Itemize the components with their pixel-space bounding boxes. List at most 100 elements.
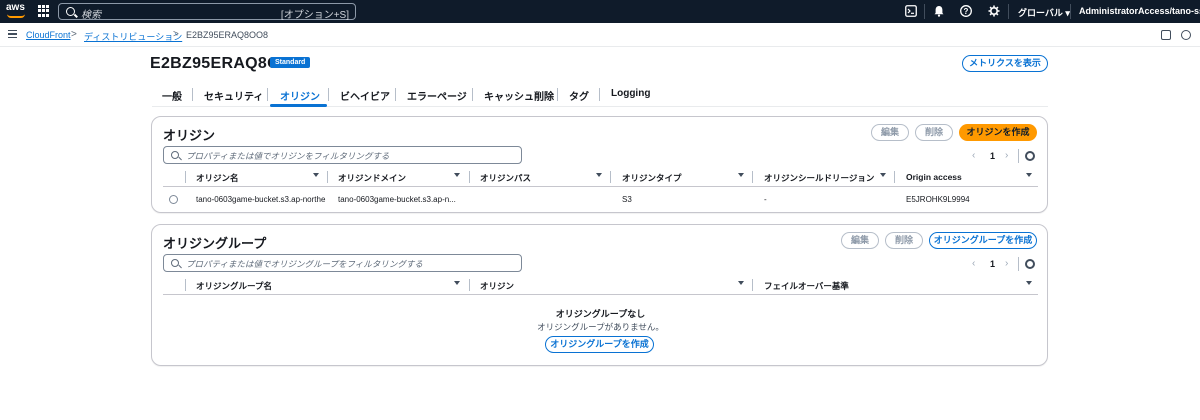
create-origin-group-button[interactable]: オリジングループを作成	[929, 232, 1037, 249]
column-origin-shield[interactable]: オリジンシールドリージョン	[764, 172, 874, 184]
origins-panel: オリジン 編集 削除 オリジンを作成 プロパティまたは値でオリジンをフィルタリン…	[151, 116, 1048, 213]
column-origin-path[interactable]: オリジンパス	[480, 172, 531, 184]
origin-groups-title: オリジングループ	[163, 236, 267, 251]
account-menu[interactable]: AdministratorAccess/tano-sso-user ▾	[1079, 6, 1200, 17]
table-settings-icon[interactable]	[1025, 151, 1035, 161]
breadcrumb-bar: CloudFront > ディストリビューション > E2BZ95ERAQ8OO…	[0, 23, 1200, 47]
next-page-icon[interactable]: ›	[1005, 258, 1008, 269]
current-page[interactable]: 1	[990, 151, 995, 161]
table-settings-icon[interactable]	[1025, 259, 1035, 269]
search-input[interactable]: 検索 [オプション+S]	[58, 3, 356, 21]
tab-tags[interactable]: タグ	[569, 88, 589, 103]
search-shortcut: [オプション+S]	[280, 10, 349, 21]
svg-text:?: ?	[964, 7, 969, 16]
edit-origin-button[interactable]: 編集	[871, 124, 909, 141]
gear-icon[interactable]	[988, 5, 1000, 17]
empty-state-description: オリジングループがありません。	[537, 322, 664, 332]
create-origin-button[interactable]: オリジンを作成	[959, 124, 1037, 141]
column-failover-criteria[interactable]: フェイルオーバー基準	[764, 280, 849, 292]
aws-logo[interactable]: aws	[6, 3, 28, 19]
tab-divider	[192, 88, 193, 101]
origin-access-cell: E5JROHK9L9994	[906, 195, 970, 204]
column-origin-access[interactable]: Origin access	[906, 172, 962, 182]
tab-divider	[395, 88, 396, 101]
nav-divider	[1070, 4, 1071, 19]
top-navigation: aws 検索 [オプション+S] ? グローバル ▾ Administrator…	[0, 0, 1200, 23]
breadcrumb-current: E2BZ95ERAQ8OO8	[186, 30, 269, 40]
sort-icon[interactable]	[596, 173, 602, 177]
active-tab-indicator	[270, 104, 327, 107]
tab-divider	[267, 88, 268, 101]
tab-security[interactable]: セキュリティ	[204, 88, 263, 103]
origin-filter-placeholder: プロパティまたは値でオリジンをフィルタリングする	[186, 151, 390, 161]
tab-divider	[328, 88, 329, 101]
prev-page-icon[interactable]: ‹	[972, 150, 975, 161]
tab-logging[interactable]: Logging	[611, 88, 650, 99]
nav-divider	[1008, 4, 1009, 19]
row-select-radio[interactable]	[169, 195, 178, 204]
nav-divider	[924, 4, 925, 19]
tab-error-pages[interactable]: エラーページ	[407, 88, 467, 103]
origin-groups-panel: オリジングループ 編集 削除 オリジングループを作成 プロパティまたは値でオリジ…	[151, 224, 1048, 366]
pager-divider	[1018, 257, 1019, 271]
column-origin-type[interactable]: オリジンタイプ	[622, 172, 682, 184]
search-placeholder: 検索	[81, 10, 101, 21]
menu-icon[interactable]	[8, 30, 17, 38]
tab-behaviors[interactable]: ビヘイビア	[340, 88, 390, 103]
sort-icon[interactable]	[880, 173, 886, 177]
tab-origins[interactable]: オリジン	[280, 88, 320, 103]
sort-icon[interactable]	[454, 173, 460, 177]
search-icon	[171, 151, 179, 159]
services-grid-icon[interactable]	[38, 5, 50, 17]
current-page[interactable]: 1	[990, 259, 995, 269]
origin-group-filter-placeholder: プロパティまたは値でオリジングループをフィルタリングする	[186, 259, 423, 269]
tab-invalidations[interactable]: キャッシュ削除	[484, 88, 554, 103]
column-divider	[327, 171, 328, 183]
cloudshell-icon[interactable]	[905, 5, 917, 17]
sort-icon[interactable]	[738, 173, 744, 177]
edit-origin-group-button[interactable]: 編集	[841, 232, 879, 249]
breadcrumb-separator: >	[71, 29, 77, 40]
column-origin-name[interactable]: オリジン名	[196, 172, 239, 184]
column-divider	[894, 171, 895, 183]
status-badge: Standard	[270, 57, 311, 68]
column-divider	[185, 279, 186, 291]
history-icon[interactable]	[1181, 30, 1191, 40]
empty-create-origin-group-button[interactable]: オリジングループを作成	[545, 336, 654, 353]
split-panel-icon[interactable]	[1161, 30, 1171, 40]
tab-general[interactable]: 一般	[162, 88, 182, 103]
origin-type-cell: S3	[622, 195, 632, 204]
sort-icon[interactable]	[738, 281, 744, 285]
view-metrics-button[interactable]: メトリクスを表示	[962, 55, 1048, 72]
column-origins[interactable]: オリジン	[480, 280, 514, 292]
column-divider	[469, 171, 470, 183]
empty-state-title: オリジングループなし	[555, 309, 646, 319]
pager-divider	[1018, 149, 1019, 163]
prev-page-icon[interactable]: ‹	[972, 258, 975, 269]
origin-domain-cell: tano-0603game-bucket.s3.ap-n...	[338, 195, 456, 204]
origins-title: オリジン	[163, 128, 216, 143]
aws-logo-text: aws	[6, 2, 25, 13]
sort-icon[interactable]	[1026, 173, 1032, 177]
breadcrumb-cloudfront[interactable]: CloudFront	[26, 30, 71, 40]
delete-origin-button[interactable]: 削除	[915, 124, 953, 141]
help-icon[interactable]: ?	[960, 5, 972, 17]
sort-icon[interactable]	[1026, 281, 1032, 285]
next-page-icon[interactable]: ›	[1005, 150, 1008, 161]
region-selector[interactable]: グローバル ▾	[1018, 6, 1070, 19]
origin-name-cell: tano-0603game-bucket.s3.ap-northe	[196, 195, 326, 204]
breadcrumb-distributions[interactable]: ディストリビューション	[84, 30, 182, 43]
origins-table-header: オリジン名 オリジンドメイン オリジンパス オリジンタイプ オリジンシールドリー…	[163, 168, 1038, 187]
sort-icon[interactable]	[454, 281, 460, 285]
column-origin-domain[interactable]: オリジンドメイン	[338, 172, 406, 184]
delete-origin-group-button[interactable]: 削除	[885, 232, 923, 249]
sort-icon[interactable]	[313, 173, 319, 177]
bell-icon[interactable]	[933, 5, 945, 17]
origin-group-filter-input[interactable]: プロパティまたは値でオリジングループをフィルタリングする	[163, 254, 522, 272]
column-divider	[185, 171, 186, 183]
origin-filter-input[interactable]: プロパティまたは値でオリジンをフィルタリングする	[163, 146, 522, 164]
search-icon	[171, 259, 179, 267]
column-origin-group-name[interactable]: オリジングループ名	[196, 280, 272, 292]
column-divider	[752, 279, 753, 291]
column-divider	[752, 171, 753, 183]
